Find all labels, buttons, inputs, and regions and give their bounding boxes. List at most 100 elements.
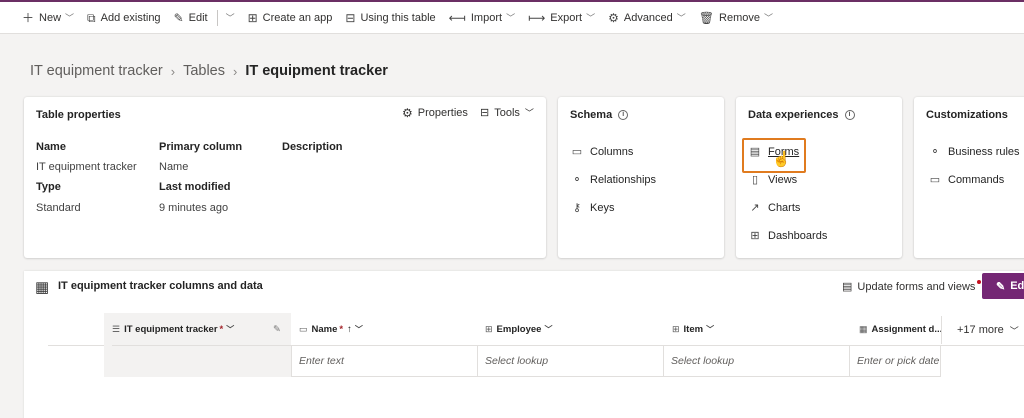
pencil-icon: ✎ bbox=[996, 280, 1006, 293]
properties-button[interactable]: ⚙ Properties bbox=[402, 106, 468, 120]
business-rules-icon: ⚬ bbox=[930, 146, 940, 158]
column-header-primary-label: IT equipment tracker bbox=[124, 323, 218, 335]
lookup-icon: ⊞ bbox=[485, 323, 493, 334]
data-experiences-title-text: Data experiences bbox=[748, 109, 839, 121]
views-label: Views bbox=[768, 173, 798, 186]
column-header-primary[interactable]: ☰ IT equipment tracker * ﹀ ✎ bbox=[112, 313, 291, 346]
breadcrumb-root[interactable]: IT equipment tracker bbox=[30, 63, 163, 79]
breadcrumb: IT equipment tracker › Tables › IT equip… bbox=[30, 63, 388, 79]
import-button[interactable]: ⟻ Import ﹀ bbox=[449, 2, 515, 34]
relationships-icon: ⚬ bbox=[572, 174, 582, 186]
add-existing-button[interactable]: ⧉ Add existing bbox=[87, 2, 161, 34]
type-value: Standard bbox=[36, 202, 81, 214]
name-label: Name bbox=[36, 141, 66, 153]
schema-relationships-link[interactable]: ⚬ Relationships bbox=[570, 173, 656, 187]
column-header-item-label: Item bbox=[683, 323, 704, 335]
schema-columns-link[interactable]: ▭ Columns bbox=[570, 145, 634, 159]
info-icon[interactable]: i bbox=[618, 110, 629, 120]
edit-button[interactable]: ✎ Edit bbox=[174, 2, 208, 34]
schema-title-text: Schema bbox=[570, 109, 613, 121]
remove-label: Remove bbox=[719, 11, 761, 24]
tools-label: Tools bbox=[494, 106, 520, 119]
schema-keys-link[interactable]: ⚷ Keys bbox=[570, 201, 615, 215]
using-table-button[interactable]: ⊟ Using this table bbox=[345, 2, 435, 34]
add-table-icon: ⧉ bbox=[87, 10, 96, 25]
chevron-down-icon: ﹀ bbox=[586, 13, 596, 23]
chevron-down-icon: ﹀ bbox=[544, 324, 553, 334]
charts-label: Charts bbox=[768, 201, 801, 214]
data-experiences-title: Data experiences i bbox=[748, 109, 855, 121]
column-header-assignment-date-label: Assignment d... bbox=[871, 323, 941, 335]
edit-dropdown-button[interactable]: ﹀ bbox=[226, 2, 235, 34]
chevron-down-icon: ﹀ bbox=[524, 108, 534, 118]
gear-icon: ⚙ bbox=[402, 106, 413, 120]
toolbar-divider bbox=[216, 9, 218, 26]
type-label: Type bbox=[36, 181, 61, 193]
more-columns-label: +17 more bbox=[957, 324, 1004, 336]
name-input-cell[interactable]: Enter text bbox=[291, 346, 478, 377]
edit-column-icon[interactable]: ✎ bbox=[273, 324, 281, 335]
chevron-down-icon: ﹀ bbox=[225, 13, 235, 23]
dashboards-label: Dashboards bbox=[768, 229, 828, 242]
employee-input-cell[interactable]: Select lookup bbox=[478, 346, 664, 377]
tools-button[interactable]: ⊟ Tools ﹀ bbox=[480, 106, 534, 120]
schema-keys-label: Keys bbox=[590, 201, 615, 214]
chevron-down-icon: ﹀ bbox=[764, 13, 774, 23]
chevron-down-icon: ﹀ bbox=[1009, 325, 1019, 336]
description-label: Description bbox=[282, 141, 343, 153]
data-experiences-card: Data experiences i ▤ Forms ▯ Views ↗ Charts … bbox=[736, 97, 902, 258]
column-header-name[interactable]: ▭ Name * ↑ ﹀ bbox=[299, 313, 477, 346]
export-button[interactable]: ⟼ Export ﹀ bbox=[528, 2, 595, 34]
charts-link[interactable]: ↗ Charts bbox=[748, 201, 801, 215]
dashboards-link[interactable]: ⊞ Dashboards bbox=[748, 229, 828, 243]
breadcrumb-tables[interactable]: Tables bbox=[183, 63, 225, 79]
table-link-icon: ⊟ bbox=[345, 10, 356, 25]
new-button[interactable]: ＋ New ﹀ bbox=[22, 2, 74, 34]
advanced-button[interactable]: ⚙ Advanced ﹀ bbox=[608, 2, 686, 34]
primary-column-value: Name bbox=[159, 161, 189, 173]
calendar-icon: ▦ bbox=[859, 323, 868, 334]
customizations-title: Customizations bbox=[926, 109, 1008, 121]
table-grid-icon: ▦ bbox=[35, 279, 50, 296]
column-header-employee-label: Employee bbox=[496, 323, 542, 335]
last-modified-value: 9 minutes ago bbox=[159, 202, 229, 214]
commands-label: Commands bbox=[948, 173, 1005, 186]
update-forms-views-label: Update forms and views bbox=[857, 280, 976, 293]
column-header-item[interactable]: ⊞ Item ﹀ bbox=[672, 313, 850, 346]
text-field-icon: ▭ bbox=[299, 323, 308, 334]
edit-label: Edit bbox=[188, 11, 208, 24]
chart-icon: ↗ bbox=[750, 202, 760, 214]
column-header-assignment-date[interactable]: ▦ Assignment d... bbox=[859, 313, 941, 346]
name-value: IT equipment tracker bbox=[36, 161, 137, 173]
chevron-down-icon: ﹀ bbox=[226, 324, 235, 334]
business-rules-label: Business rules bbox=[948, 145, 1020, 158]
customizations-card: Customizations ⚬ Business rules ▭ Commands bbox=[914, 97, 1024, 258]
dashboard-icon: ⊞ bbox=[750, 230, 760, 242]
more-columns-button[interactable]: +17 more ﹀ bbox=[941, 316, 1024, 344]
create-app-label: Create an app bbox=[262, 11, 333, 24]
info-icon[interactable]: i bbox=[844, 110, 855, 120]
command-icon: ▭ bbox=[929, 174, 941, 186]
remove-button[interactable]: 🗑 Remove ﹀ bbox=[699, 2, 773, 34]
edit-data-button[interactable]: ✎ Ed bbox=[982, 273, 1024, 299]
columns-icon: ▭ bbox=[571, 146, 583, 158]
column-header-employee[interactable]: ⊞ Employee ﹀ bbox=[485, 313, 663, 346]
assignment-date-input-cell[interactable]: Enter or pick date bbox=[850, 346, 941, 377]
business-rules-link[interactable]: ⚬ Business rules bbox=[928, 145, 1020, 159]
last-modified-label: Last modified bbox=[159, 181, 231, 193]
advanced-label: Advanced bbox=[623, 11, 673, 24]
columns-data-title: IT equipment tracker columns and data bbox=[58, 280, 263, 292]
item-input-cell[interactable]: Select lookup bbox=[664, 346, 850, 377]
trash-icon: 🗑 bbox=[698, 10, 715, 25]
create-app-button[interactable]: ⊞ Create an app bbox=[248, 2, 333, 34]
commands-link[interactable]: ▭ Commands bbox=[928, 173, 1005, 187]
properties-label: Properties bbox=[417, 107, 468, 119]
chevron-down-icon: ﹀ bbox=[676, 13, 686, 23]
column-header-name-label: Name bbox=[311, 323, 338, 335]
breadcrumb-current: IT equipment tracker bbox=[245, 63, 388, 79]
edit-data-label: Ed bbox=[1010, 280, 1024, 292]
update-forms-views-button[interactable]: ▤ Update forms and views bbox=[842, 279, 982, 293]
schema-card: Schema i ▭ Columns ⚬ Relationships ⚷ Keys bbox=[558, 97, 724, 258]
views-link[interactable]: ▯ Views bbox=[748, 173, 798, 187]
schema-title: Schema i bbox=[570, 109, 629, 121]
